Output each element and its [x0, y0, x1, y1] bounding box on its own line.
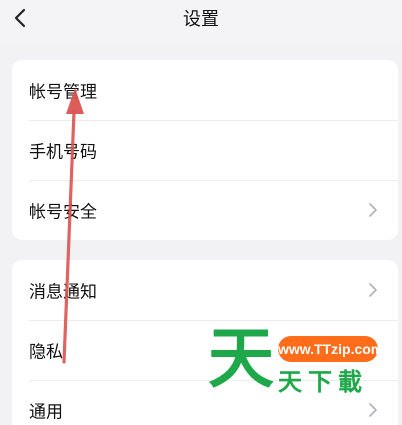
settings-group-account: 帐号管理 手机号码 帐号安全	[12, 60, 398, 240]
chevron-right-icon	[368, 202, 378, 218]
chevron-right-icon	[368, 402, 378, 418]
settings-group-general: 消息通知 隐私 通用	[12, 260, 398, 425]
row-label: 消息通知	[29, 282, 97, 303]
row-notifications[interactable]: 消息通知	[12, 260, 398, 320]
row-label: 手机号码	[29, 142, 97, 163]
chevron-right-icon	[368, 282, 378, 298]
row-general[interactable]: 通用	[12, 380, 398, 425]
row-label: 帐号管理	[29, 82, 97, 103]
row-account-management[interactable]: 帐号管理	[12, 60, 398, 120]
row-label: 隐私	[29, 342, 63, 363]
row-label: 通用	[29, 402, 63, 423]
row-label: 帐号安全	[29, 202, 97, 223]
page-title: 设置	[183, 9, 219, 30]
row-privacy[interactable]: 隐私	[12, 320, 398, 380]
nav-header: 设置	[0, 0, 402, 44]
row-account-security[interactable]: 帐号安全	[12, 180, 398, 240]
row-phone-number[interactable]: 手机号码	[12, 120, 398, 180]
